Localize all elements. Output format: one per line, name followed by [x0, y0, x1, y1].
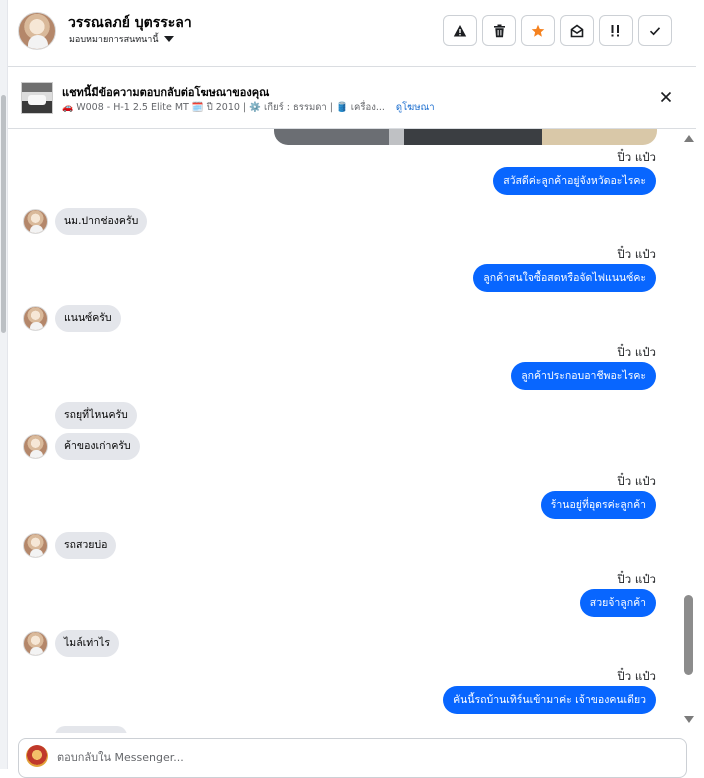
contact-name[interactable]: วรรณลภย์ บุตรระลา [68, 12, 192, 34]
header-actions [443, 15, 672, 46]
close-icon[interactable] [658, 89, 674, 105]
message-incoming-partial [55, 726, 127, 733]
follow-up-button[interactable] [599, 15, 633, 46]
reply-composer [18, 738, 687, 778]
sender-label: ปิ๋ว แป๋ว [617, 150, 656, 164]
assign-conversation-dropdown[interactable]: มอบหมายการสนทนานี้ [69, 32, 174, 46]
page-avatar [26, 745, 48, 767]
delete-button[interactable] [482, 15, 516, 46]
ad-reply-banner: แชทนี้มีข้อความตอบกลับต่อโฆษณาของคุณ 🚗 W… [8, 67, 696, 129]
checkmark-icon [649, 26, 661, 35]
sender-label: ปิ๋ว แป๋ว [617, 345, 656, 359]
scroll-down-icon[interactable] [684, 716, 694, 723]
right-gutter [696, 0, 704, 769]
report-spam-button[interactable] [443, 15, 477, 46]
message-outgoing[interactable]: สวยจ้าลูกค้า [579, 589, 656, 617]
mark-done-button[interactable] [638, 15, 672, 46]
sender-label: ปิ๋ว แป๋ว [617, 247, 656, 261]
car-icon: 🚗 [62, 102, 74, 113]
reply-input[interactable] [57, 747, 657, 767]
star-button[interactable] [521, 15, 555, 46]
assign-label: มอบหมายการสนทนานี้ [69, 35, 159, 45]
message-incoming[interactable]: ไมล์เท่าไร [55, 630, 119, 657]
message-thread[interactable]: ปิ๋ว แป๋ว สวัสดีค่ะลูกค้าอยู่จังหวัดอะไร… [8, 129, 696, 733]
message-incoming[interactable]: รถสวยบ่อ [55, 532, 117, 559]
contact-avatar-small [23, 209, 48, 234]
mark-unread-icon [570, 24, 584, 37]
contact-avatar[interactable] [18, 12, 56, 50]
contact-avatar-small [23, 434, 48, 459]
message-outgoing[interactable]: ลูกค้าประกอบอาชีพอะไรคะ [511, 362, 656, 390]
warning-icon [453, 24, 467, 36]
left-scroll-thumb[interactable] [1, 95, 6, 333]
thread-scroll-thumb[interactable] [684, 595, 693, 675]
mark-unread-button[interactable] [560, 15, 594, 46]
image-attachment[interactable] [274, 129, 657, 145]
caret-down-icon [163, 36, 174, 42]
sender-label: ปิ๋ว แป๋ว [617, 572, 656, 586]
message-outgoing[interactable]: คันนี้รถบ้านเทิร์นเข้ามาค่ะ เจ้าของคนเดี… [443, 686, 656, 714]
message-incoming[interactable]: รถยุที่ไหนครับ [55, 402, 137, 429]
sender-label: ปิ๋ว แป๋ว [617, 474, 656, 488]
ad-banner-title: แชทนี้มีข้อความตอบกลับต่อโฆษณาของคุณ [62, 86, 270, 99]
thread-scrollbar[interactable] [681, 131, 696, 729]
left-panel-scrollbar[interactable] [0, 0, 8, 769]
ad-details-row: 🚗 W008 - H-1 2.5 Elite MT 🗓️ ปี 2010 | ⚙… [62, 100, 435, 115]
contact-avatar-small [23, 631, 48, 656]
message-outgoing[interactable]: ลูกค้าสนใจซื้อสดหรือจัดไฟแนนซ์คะ [473, 264, 656, 292]
follow-up-icon [611, 24, 619, 36]
ad-thumbnail[interactable] [21, 82, 53, 114]
ad-details: W008 - H-1 2.5 Elite MT 🗓️ ปี 2010 | ⚙️ … [76, 102, 385, 113]
message-outgoing[interactable]: ร้านอยู่ที่อุดรค่ะลูกค้า [540, 491, 656, 519]
sender-label: ปิ๋ว แป๋ว [617, 669, 656, 683]
message-outgoing[interactable]: สวัสดีค่ะลูกค้าอยู่จังหวัดอะไรคะ [493, 167, 656, 195]
conversation-header: วรรณลภย์ บุตรระลา มอบหมายการสนทนานี้ [8, 0, 696, 67]
star-icon [531, 24, 545, 37]
message-incoming[interactable]: นม.ปากช่องครับ [55, 208, 148, 235]
contact-avatar-small [23, 533, 48, 558]
view-ad-link[interactable]: ดูโฆษณา [396, 100, 435, 115]
trash-icon [493, 24, 505, 37]
message-incoming[interactable]: แนนซ์ครับ [55, 305, 121, 332]
scroll-up-icon[interactable] [684, 135, 694, 142]
message-incoming[interactable]: ค้าของเก่าครับ [55, 433, 140, 460]
contact-avatar-small [23, 306, 48, 331]
